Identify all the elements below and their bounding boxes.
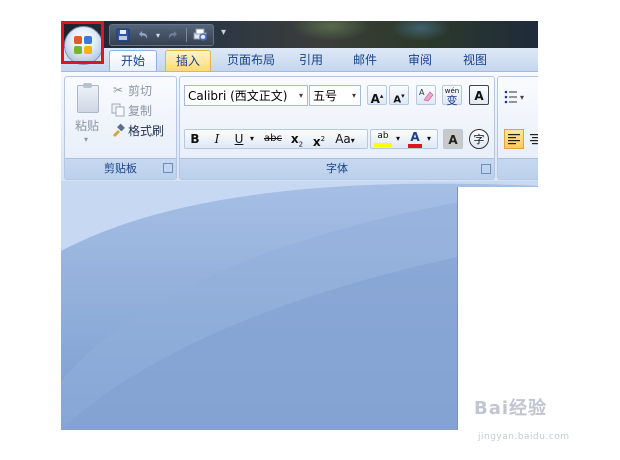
paste-icon [77,83,99,113]
align-center-icon[interactable] [528,131,538,147]
font-color-button[interactable]: A [406,129,424,149]
cut-label: 剪切 [128,83,153,98]
save-icon[interactable] [114,26,132,44]
tab-insert[interactable]: 插入 [165,50,211,71]
grow-font-button[interactable]: A▴ [367,85,387,106]
underline-button[interactable]: U [230,129,248,149]
strikethrough-button[interactable]: abc [262,129,284,149]
tab-review[interactable]: 审阅 [402,50,438,70]
font-group: Calibri (西文正文) ▾ 五号 ▾ A▴ A▾ A wén 变 A B … [179,76,495,180]
character-shading-button[interactable]: A [443,129,463,149]
format-painter-button[interactable]: 格式刷 [111,121,164,139]
tab-view[interactable]: 视图 [457,50,493,70]
highlight-dropdown-icon[interactable]: ▾ [394,129,402,149]
paragraph-group-title [498,158,538,179]
italic-button[interactable]: I [208,129,226,149]
customize-qat-icon[interactable]: ▾ [221,27,226,38]
title-bar: ▾ ▾ [61,21,538,48]
copy-icon [111,103,125,117]
paste-dropdown-icon[interactable]: ▾ [84,135,88,144]
character-border-button[interactable]: A [469,85,489,105]
bullets-icon[interactable]: ▾ [504,89,528,104]
clipboard-group-title: 剪贴板 [65,158,176,179]
tab-mailings[interactable]: 邮件 [347,50,383,70]
document-area [61,181,538,430]
cut-button[interactable]: ✂ 剪切 [111,81,152,99]
format-painter-icon [111,123,125,137]
ribbon-tabs: 开始 插入 页面布局 引用 邮件 审阅 视图 [61,48,538,71]
print-preview-icon[interactable] [191,26,209,44]
quick-access-toolbar: ▾ [109,24,214,46]
undo-dropdown-icon[interactable]: ▾ [154,26,162,44]
paragraph-group: ▾ [497,76,538,180]
font-size-value: 五号 [313,89,338,103]
scissors-icon: ✂ [112,83,124,97]
copy-button[interactable]: 复制 [111,101,152,119]
redo-icon[interactable] [164,26,182,44]
font-group-title: 字体 [180,158,494,179]
tab-page-layout[interactable]: 页面布局 [221,50,281,70]
clipboard-launcher-icon[interactable] [163,163,173,173]
font-name-value: Calibri (西文正文) [188,89,288,103]
format-painter-label: 格式刷 [128,123,165,138]
superscript-button[interactable]: x2 [310,129,328,149]
svg-text:A: A [419,88,425,97]
tab-references[interactable]: 引用 [293,50,329,70]
highlight-color-swatch [374,143,392,147]
tab-home[interactable]: 开始 [109,50,157,71]
font-size-select[interactable]: 五号 ▾ [309,85,361,106]
font-color-dropdown-icon[interactable]: ▾ [424,129,434,149]
font-name-dropdown-icon[interactable]: ▾ [295,86,307,105]
font-color-swatch [408,144,422,148]
font-name-select[interactable]: Calibri (西文正文) ▾ [184,85,308,106]
ribbon: 粘贴 ▾ ✂ 剪切 复制 格式刷 剪贴板 Calibri (西文正文) ▾ 五号… [61,71,538,182]
clipboard-group: 粘贴 ▾ ✂ 剪切 复制 格式刷 剪贴板 [64,76,177,180]
underline-dropdown-icon[interactable]: ▾ [248,129,256,149]
copy-label: 复制 [128,103,153,118]
clear-format-button[interactable]: A [416,85,436,105]
phonetic-guide-button[interactable]: wén 变 [442,85,462,106]
subscript-button[interactable]: x2 [288,129,306,149]
highlight-box [61,21,104,64]
word-window: ▾ ▾ 开始 插入 页面布局 引用 邮件 审阅 视图 粘贴 ▾ ✂ 剪切 复制 … [61,21,538,430]
highlight-button[interactable]: ab [372,129,394,149]
undo-icon[interactable] [134,26,152,44]
change-case-button[interactable]: Aa▾ [332,129,358,149]
paste-label: 粘贴 [74,119,99,133]
paste-button[interactable]: 粘贴 ▾ [71,83,103,144]
enclose-characters-button[interactable]: 字 [469,129,489,149]
watermark-url: jingyan.baidu.com [478,432,570,442]
font-size-dropdown-icon[interactable]: ▾ [348,86,360,105]
bold-button[interactable]: B [186,129,204,149]
font-launcher-icon[interactable] [481,164,491,174]
shrink-font-button[interactable]: A▾ [389,85,409,105]
svg-text:▾: ▾ [520,93,524,102]
watermark-brand: Bai经验 [474,398,548,419]
align-left-button[interactable] [504,129,524,149]
